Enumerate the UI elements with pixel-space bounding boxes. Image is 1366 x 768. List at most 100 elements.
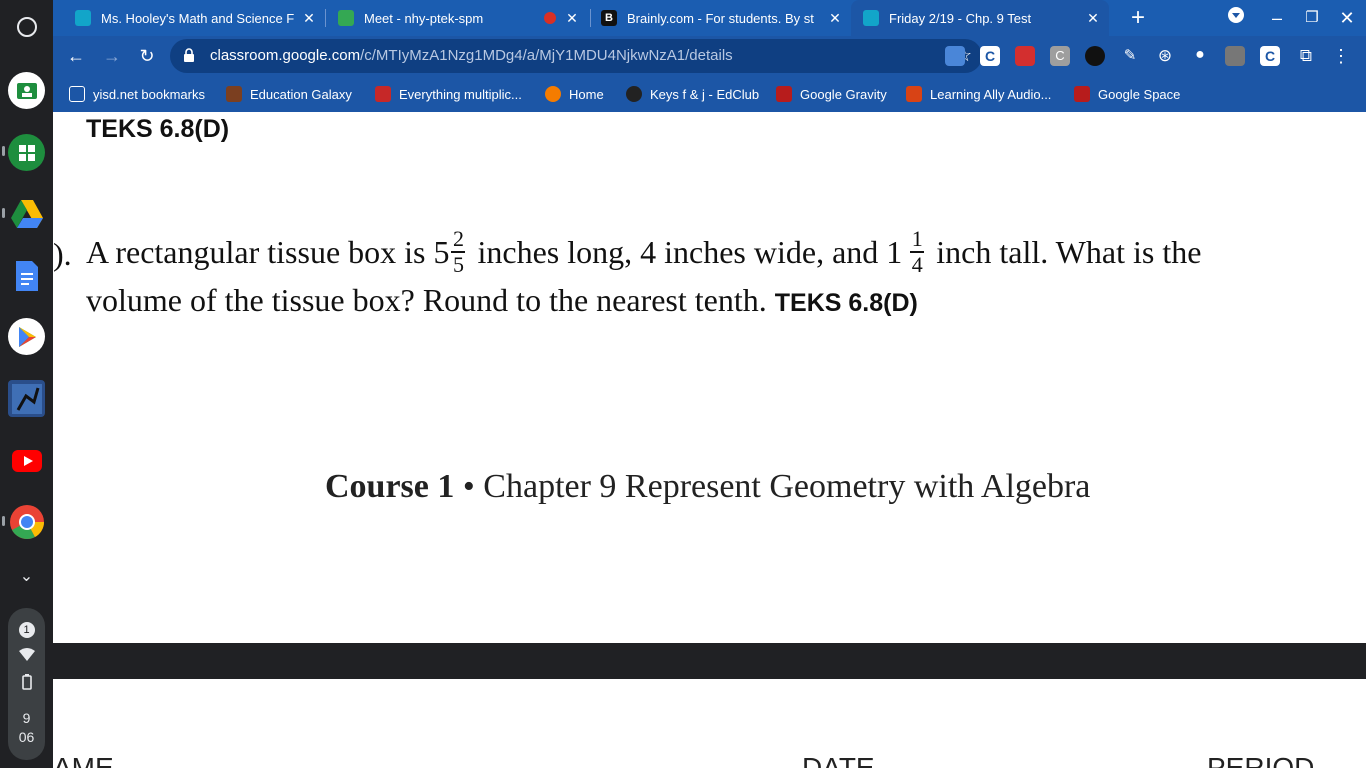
chevron-down-icon: ⌄ — [19, 567, 34, 585]
close-icon[interactable]: ✕ — [827, 10, 843, 26]
tab-title: Meet - nhy-ptek-spm — [364, 10, 484, 26]
status-tray[interactable]: 1 9 06 — [8, 608, 45, 760]
fraction-two-fifths: 25 — [451, 226, 466, 277]
browser-toolbar: ← → ↻ classroom.google.com/c/MTIyMzA1Nzg… — [53, 36, 1366, 76]
new-tab-button[interactable]: + — [1126, 6, 1150, 30]
wifi-icon — [8, 648, 45, 665]
multiplication-icon — [375, 86, 391, 102]
bookmark-google-space[interactable]: Google Space — [1074, 76, 1180, 112]
question-text: A rectangular tissue box is 5 — [86, 233, 450, 270]
meet-favicon-icon — [338, 10, 354, 26]
tab-meet[interactable]: Meet - nhy-ptek-spm ✕ — [338, 0, 588, 36]
education-galaxy-icon — [226, 86, 242, 102]
question-text: volume of the tissue box? Round to the n… — [86, 282, 775, 318]
docs-app-button[interactable] — [8, 257, 45, 294]
game-app-button[interactable] — [8, 380, 45, 417]
chapter-label: • Chapter 9 Represent Geometry with Alge… — [454, 468, 1091, 505]
document-viewer[interactable]: TEKS 6.8(D) ). A rectangular tissue box … — [53, 112, 1366, 768]
lens-extension-icon[interactable] — [1085, 46, 1105, 66]
fraction-one-fourth: 14 — [910, 226, 925, 277]
tab-hooley[interactable]: Ms. Hooley's Math and Science F ✕ — [75, 0, 325, 36]
chevron-down-icon — [1228, 7, 1244, 23]
brainly-favicon-icon: B — [601, 10, 617, 26]
course-label: Course 1 — [325, 468, 455, 505]
tab-title: Ms. Hooley's Math and Science F — [101, 10, 295, 26]
chrome-app-button[interactable] — [8, 503, 45, 540]
tab-brainly[interactable]: B Brainly.com - For students. By st ✕ — [601, 0, 851, 36]
docs-icon — [15, 260, 38, 291]
page-footer: Course 1 • Chapter 9 Represent Geometry … — [325, 468, 1090, 506]
basketball-icon — [545, 86, 561, 102]
notification-badge[interactable]: 1 — [8, 620, 45, 638]
back-button[interactable]: ← — [64, 44, 88, 68]
sheets-app-button[interactable] — [8, 134, 45, 171]
app-running-indicator — [2, 146, 5, 156]
puzzle-extension-icon[interactable]: ✎ — [1120, 46, 1140, 66]
app-running-indicator — [2, 208, 5, 218]
bookmark-multiplication[interactable]: Everything multiplic... — [375, 76, 522, 112]
bookmark-edclub[interactable]: Keys f & j - EdClub — [626, 76, 759, 112]
tab-search-button[interactable] — [1224, 6, 1248, 30]
forward-button[interactable]: → — [100, 44, 124, 68]
close-icon[interactable]: ✕ — [1085, 10, 1101, 26]
tab-strip: Ms. Hooley's Math and Science F ✕ Meet -… — [53, 0, 1366, 36]
bookmark-learning-ally[interactable]: Learning Ally Audio... — [906, 76, 1051, 112]
chromeos-shelf: ⌄ 1 9 06 — [0, 0, 53, 768]
clock-hour: 9 — [22, 710, 31, 726]
classroom-favicon-icon — [75, 10, 91, 26]
period-field-label: PERIOD — [1207, 752, 1315, 768]
close-icon[interactable]: ✕ — [301, 10, 317, 26]
game-app-icon — [11, 383, 42, 414]
close-window-button[interactable]: ✕ — [1335, 6, 1359, 30]
sheets-icon — [18, 144, 35, 161]
previous-question-teks: TEKS 6.8(D) — [86, 115, 230, 143]
question-line-2: volume of the tissue box? Round to the n… — [86, 282, 918, 319]
clock-minute: 06 — [18, 729, 35, 745]
reload-button[interactable]: ↻ — [135, 44, 159, 68]
launcher-button[interactable] — [8, 8, 45, 45]
comment-extension-icon[interactable]: ● — [1190, 46, 1210, 66]
bookmark-extension-icon[interactable] — [1015, 46, 1035, 66]
launcher-icon — [16, 16, 37, 37]
c-extension-icon[interactable]: C — [980, 46, 1000, 66]
minimize-button[interactable]: – — [1265, 6, 1289, 30]
bookmark-education-galaxy[interactable]: Education Galaxy — [226, 76, 352, 112]
url-host: classroom.google.com — [210, 47, 361, 64]
page-separator — [53, 643, 1366, 679]
question-text: inch tall. What is the — [928, 233, 1202, 270]
close-icon[interactable]: ✕ — [564, 10, 580, 26]
c-blue-extension-icon[interactable]: C — [1260, 46, 1280, 66]
play-store-icon — [18, 326, 36, 347]
classroom-icon — [16, 82, 37, 99]
target-extension-icon[interactable]: ⊛ — [1155, 46, 1175, 66]
extensions-puzzle-icon[interactable]: ⧉ — [1296, 46, 1316, 66]
folder-icon — [69, 86, 85, 102]
shelf-expand-button[interactable]: ⌄ — [8, 557, 45, 594]
tab-test-active[interactable]: Friday 2/19 - Chp. 9 Test ✕ — [851, 0, 1109, 36]
bookmark-yisd[interactable]: yisd.net bookmarks — [69, 76, 205, 112]
address-bar[interactable]: classroom.google.com/c/MTIyMzA1Nzg1MDg4/… — [170, 39, 982, 73]
lock-icon — [184, 48, 194, 62]
menu-kebab-icon[interactable]: ⋮ — [1331, 46, 1351, 66]
bookmark-home[interactable]: Home — [545, 76, 604, 112]
mr-doob-icon — [776, 86, 792, 102]
bookmarks-bar: yisd.net bookmarks Education Galaxy Ever… — [53, 76, 1366, 112]
chrome-icon — [9, 504, 44, 539]
bookmark-google-gravity[interactable]: Google Gravity — [776, 76, 887, 112]
classroom-app-button[interactable] — [8, 72, 45, 109]
tab-title: Friday 2/19 - Chp. 9 Test — [889, 10, 1032, 26]
tab-separator — [590, 9, 591, 27]
play-store-app-button[interactable] — [8, 318, 45, 355]
question-text: inches long, 4 inches wide, and 1 — [469, 233, 903, 270]
youtube-app-button[interactable] — [8, 442, 45, 479]
question-teks: TEKS 6.8(D) — [774, 289, 918, 317]
url-text: classroom.google.com/c/MTIyMzA1Nzg1MDg4/… — [210, 39, 733, 73]
translate-extension-icon[interactable] — [945, 46, 965, 66]
apps-extension-icon[interactable] — [1225, 46, 1245, 66]
restore-button[interactable]: ❐ — [1300, 6, 1324, 30]
recording-icon — [544, 12, 556, 24]
c-gray-extension-icon[interactable]: C — [1050, 46, 1070, 66]
drive-icon — [10, 199, 43, 228]
drive-app-button[interactable] — [8, 195, 45, 232]
question-number: ). — [53, 236, 72, 272]
